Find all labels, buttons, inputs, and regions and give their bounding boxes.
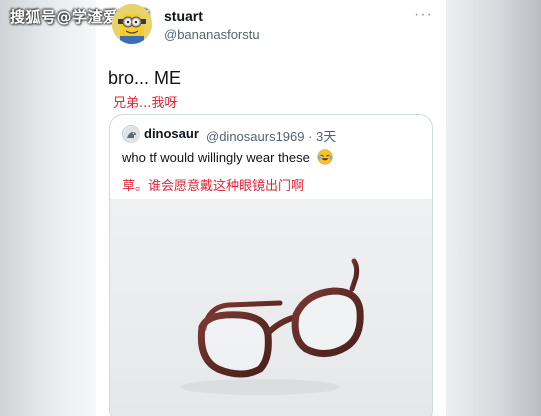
tweet-translation: 兄弟...我呀 — [113, 96, 178, 111]
quoted-text-content: who tf would willingly wear these — [122, 150, 310, 165]
quoted-author-handle[interactable]: @dinosaurs1969 · 3天 — [206, 126, 336, 145]
avatar[interactable] — [112, 4, 152, 44]
right-background — [433, 0, 541, 416]
left-background — [0, 0, 96, 416]
quoted-translation: 草。谁会愿意戴这种眼镜出门啊 — [122, 179, 305, 194]
quoted-tweet[interactable]: dinosaur @dinosaurs1969 · 3天 who tf woul… — [109, 114, 433, 416]
minion-avatar-icon — [112, 4, 152, 44]
quoted-author-name[interactable]: dinosaur — [144, 126, 199, 141]
author-name[interactable]: stuart — [164, 8, 203, 24]
laughing-crying-emoji-icon — [316, 149, 333, 165]
glasses-photo[interactable] — [110, 199, 432, 416]
dinosaur-avatar-icon — [124, 127, 140, 143]
quoted-text: who tf would willingly wear these — [122, 149, 333, 165]
tweet-text: bro... ME — [108, 68, 182, 88]
screenshot-frame: 搜狐号@学渣爱吐槽 stuart @bananasforstu ··· bro.… — [0, 0, 541, 416]
author-handle[interactable]: @bananasforstu — [164, 27, 260, 42]
quoted-avatar[interactable] — [122, 125, 140, 143]
glasses-image — [180, 258, 364, 395]
more-horizontal-icon[interactable]: ··· — [414, 6, 433, 24]
